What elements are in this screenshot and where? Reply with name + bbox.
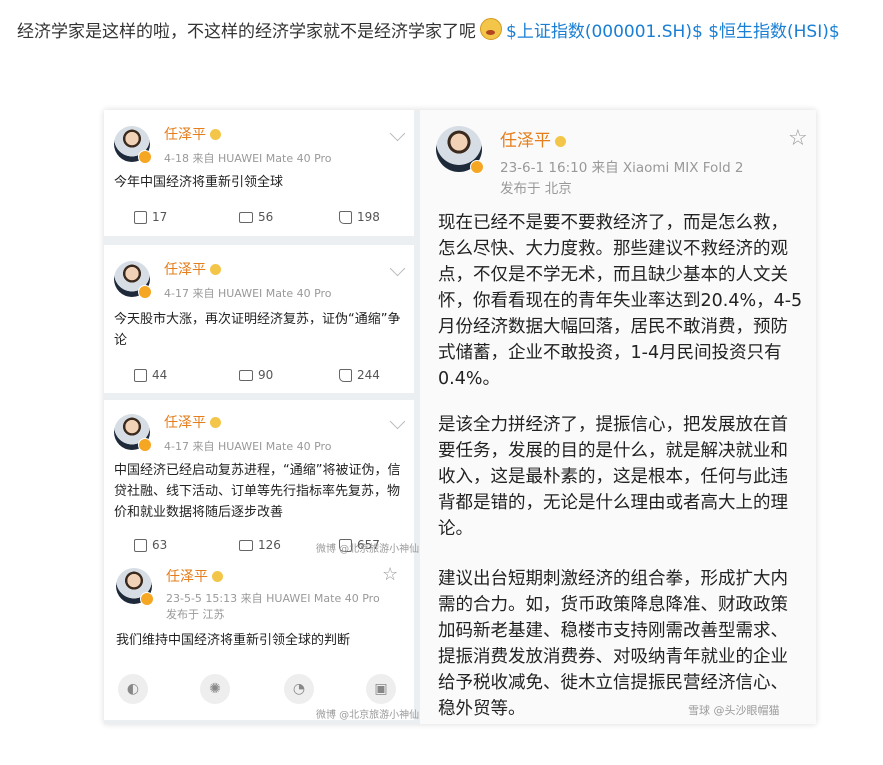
avatar <box>114 126 152 164</box>
post-meta: 23-6-1 16:10 来自 Xiaomi MIX Fold 2 <box>500 160 744 176</box>
weibo-card-4: 任泽平 23-5-5 15:13 来自 HUAWEI Mate 40 Pro 发… <box>104 556 414 660</box>
username: 任泽平 <box>164 259 221 279</box>
wechat-share-icon[interactable]: ◐ <box>118 674 148 704</box>
post-location: 发布于 江苏 <box>166 608 225 621</box>
vip-badge-icon <box>210 129 221 140</box>
post-meta: 4-17 来自 HUAWEI Mate 40 Pro <box>164 287 332 300</box>
verified-icon <box>138 150 152 164</box>
cashtag-shanghai-index[interactable]: $上证指数(000001.SH)$ <box>506 22 703 42</box>
vip-badge-icon <box>555 136 566 147</box>
weibo-card-1: 任泽平 4-18 来自 HUAWEI Mate 40 Pro 今年中国经济将重新… <box>104 110 414 236</box>
star-icon[interactable]: ☆ <box>382 564 398 585</box>
like-button[interactable]: 244 <box>339 368 380 382</box>
username: 任泽平 <box>164 412 221 432</box>
avatar <box>114 261 152 299</box>
watermark: 微博 @北京旅游小神仙 <box>316 710 420 721</box>
post-content: 我们维持中国经济将重新引领全球的判断 <box>116 633 351 648</box>
paragraph-3: 建议出台短期刺激经济的组合拳，形成扩大内需的合力。如，货币政策降息降准、财政政策… <box>438 569 788 719</box>
verified-icon <box>138 285 152 299</box>
post-meta: 23-5-5 15:13 来自 HUAWEI Mate 40 Pro <box>166 592 380 605</box>
left-column: 任泽平 4-18 来自 HUAWEI Mate 40 Pro 今年中国经济将重新… <box>104 110 419 724</box>
weibo-card-3: 任泽平 4-17 来自 HUAWEI Mate 40 Pro 中国经济已经启动复… <box>104 400 419 556</box>
repost-button[interactable]: 17 <box>134 210 167 224</box>
comment-icon <box>239 369 253 381</box>
qq-share-icon[interactable]: ◔ <box>284 674 314 704</box>
cashtag-hang-seng-index[interactable]: $恒生指数(HSI)$ <box>708 22 839 42</box>
avatar <box>114 414 152 452</box>
post-content: 今年中国经济将重新引领全球 <box>114 175 284 190</box>
repost-button[interactable]: 44 <box>134 368 167 382</box>
surprised-emoji-icon <box>480 18 502 40</box>
watermark: 微博 @北京旅游小神仙 <box>316 544 420 555</box>
moments-share-icon[interactable]: ✺ <box>200 674 230 704</box>
paragraph-1: 现在已经不是要不要救经济了，而是怎么救，怎么尽快、大力度救。那些建议不救经济的观… <box>438 213 803 389</box>
post-content: 今天股市大涨，再次证明经济复苏，证伪“通缩”争论 <box>114 312 401 348</box>
share-bar: ◐ ✺ ◔ ▣ 微博 @北京旅游小神仙 <box>104 660 419 721</box>
vip-badge-icon <box>212 571 223 582</box>
verified-icon <box>140 592 154 606</box>
like-icon <box>339 368 352 382</box>
star-icon[interactable]: ☆ <box>788 126 808 151</box>
post-meta: 4-18 来自 HUAWEI Mate 40 Pro <box>164 152 332 165</box>
post-location: 发布于 北京 <box>500 181 572 197</box>
like-button[interactable]: 198 <box>339 210 380 224</box>
right-column: 任泽平 23-6-1 16:10 来自 Xiaomi MIX Fold 2 发布… <box>420 110 816 724</box>
vip-badge-icon <box>210 264 221 275</box>
vip-badge-icon <box>210 417 221 428</box>
verified-icon <box>138 438 152 452</box>
watermark: 雪球 @头沙眼帽猫 <box>688 704 780 717</box>
repost-icon <box>134 538 147 552</box>
attached-screenshot-image[interactable]: 任泽平 4-18 来自 HUAWEI Mate 40 Pro 今年中国经济将重新… <box>104 110 816 724</box>
comment-button[interactable]: 126 <box>239 538 281 552</box>
comment-icon <box>239 539 253 551</box>
comment-button[interactable]: 56 <box>239 210 273 224</box>
weibo-card-2: 任泽平 4-17 来自 HUAWEI Mate 40 Pro 今天股市大涨，再次… <box>104 245 414 393</box>
chevron-down-icon[interactable] <box>389 125 406 142</box>
username: 任泽平 <box>166 566 223 586</box>
repost-button[interactable]: 63 <box>134 538 167 552</box>
like-icon <box>339 210 352 224</box>
avatar <box>436 126 484 174</box>
comment-icon <box>239 211 253 223</box>
post-meta: 4-17 来自 HUAWEI Mate 40 Pro <box>164 440 332 453</box>
action-bar: 17 56 198 <box>104 210 414 230</box>
verified-icon <box>470 160 484 174</box>
chevron-down-icon[interactable] <box>389 260 406 277</box>
comment-button[interactable]: 90 <box>239 368 273 382</box>
repost-icon <box>134 210 147 224</box>
avatar <box>116 568 154 606</box>
post-text: 经济学家是这样的啦，不这样的经济学家就不是经济学家了呢 $上证指数(000001.… <box>17 17 840 42</box>
chevron-down-icon[interactable] <box>389 413 406 430</box>
username: 任泽平 <box>500 126 566 151</box>
paragraph-2: 是该全力拼经济了，提振信心，把发展放在首要任务，发展的目的是什么，就是解决就业和… <box>438 415 788 539</box>
action-bar: 44 90 244 <box>104 368 414 388</box>
repost-icon <box>134 368 147 382</box>
post-content: 中国经济已经启动复苏进程，“通缩”将被证伪，信贷社融、线下活动、订单等先行指标率… <box>114 463 401 520</box>
username: 任泽平 <box>164 124 221 144</box>
image-share-icon[interactable]: ▣ <box>366 674 396 704</box>
post-body: 经济学家是这样的啦，不这样的经济学家就不是经济学家了呢 <box>17 22 476 42</box>
